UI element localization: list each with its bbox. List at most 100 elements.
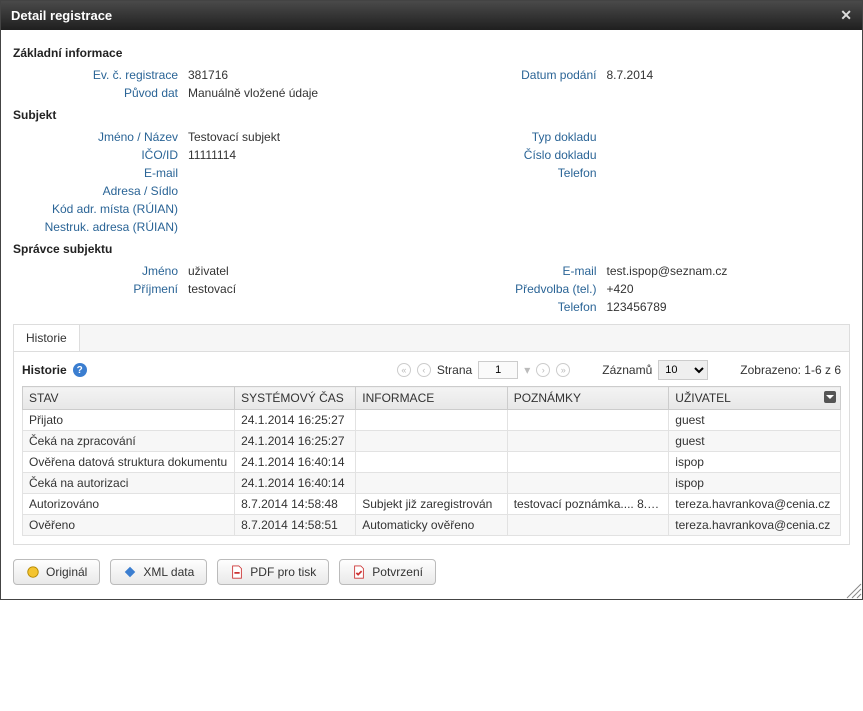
dialog-window: Detail registrace ✕ Základní informace E… (0, 0, 863, 600)
value-ico: 11111114 (188, 148, 236, 162)
resize-handle[interactable] (846, 583, 862, 599)
value-admin-surname: testovací (188, 282, 236, 296)
cell-notes (507, 452, 669, 473)
history-title: Historie (22, 363, 67, 377)
cell-info: Subjekt již zaregistrován (356, 494, 507, 515)
col-info[interactable]: INFORMACE (356, 387, 507, 410)
first-page-icon[interactable]: « (397, 363, 411, 377)
confirm-button[interactable]: Potvrzení (339, 559, 436, 585)
value-name: Testovací subjekt (188, 130, 280, 144)
label-email: E-mail (13, 166, 188, 180)
records-select[interactable]: 10 (658, 360, 708, 380)
table-row[interactable]: Ověřena datová struktura dokumentu24.1.2… (23, 452, 841, 473)
value-admin-phone: 123456789 (607, 300, 667, 314)
label-name: Jméno / Název (13, 130, 188, 144)
cell-user: guest (669, 431, 841, 452)
column-menu-icon[interactable] (824, 391, 836, 403)
cell-state: Čeká na zpracování (23, 431, 235, 452)
col-time[interactable]: SYSTÉMOVÝ ČAS (235, 387, 356, 410)
confirm-icon (352, 565, 366, 579)
label-ruian1: Kód adr. místa (RÚIAN) (13, 202, 188, 216)
table-row[interactable]: Přijato24.1.2014 16:25:27 guest (23, 410, 841, 431)
original-button[interactable]: Originál (13, 559, 100, 585)
page-label: Strana (437, 363, 472, 377)
pdf-button[interactable]: PDF pro tisk (217, 559, 329, 585)
label-evc: Ev. č. registrace (13, 68, 188, 82)
cell-info (356, 452, 507, 473)
label-phone: Telefon (432, 166, 607, 180)
original-icon (26, 565, 40, 579)
value-admin-prefix: +420 (607, 282, 634, 296)
cell-notes (507, 410, 669, 431)
table-row[interactable]: Čeká na autorizaci24.1.2014 16:40:14ispo… (23, 473, 841, 494)
cell-user: ispop (669, 473, 841, 494)
history-table: STAV SYSTÉMOVÝ ČAS INFORMACE POZNÁMKY UŽ… (22, 386, 841, 536)
prev-page-icon[interactable]: ‹ (417, 363, 431, 377)
cell-info (356, 431, 507, 452)
cell-notes (507, 431, 669, 452)
col-notes[interactable]: POZNÁMKY (507, 387, 669, 410)
table-row[interactable]: Čeká na zpracování24.1.2014 16:25:27 gues… (23, 431, 841, 452)
pager: « ‹ Strana ▾ › » Záznamů 10 Zobrazeno: 1… (397, 360, 841, 380)
cell-user: guest (669, 410, 841, 431)
value-admin-email: test.ispop@seznam.cz (607, 264, 728, 278)
shown-range: Zobrazeno: 1-6 z 6 (740, 363, 841, 377)
cell-time: 24.1.2014 16:25:27 (235, 410, 356, 431)
last-page-icon[interactable]: » (556, 363, 570, 377)
label-ico: IČO/ID (13, 148, 188, 162)
cell-state: Autorizováno (23, 494, 235, 515)
col-user[interactable]: UŽIVATEL (669, 387, 841, 410)
table-row[interactable]: Ověřeno8.7.2014 14:58:51Automaticky ověř… (23, 515, 841, 536)
cell-state: Přijato (23, 410, 235, 431)
button-bar: Originál XML data PDF pro tisk Potvrzení (1, 549, 862, 599)
section-subject-heading: Subjekt (13, 108, 850, 122)
xml-icon (123, 565, 137, 579)
label-admin-email: E-mail (432, 264, 607, 278)
records-label: Záznamů (602, 363, 652, 377)
help-icon[interactable]: ? (73, 363, 87, 377)
label-origin: Původ dat (13, 86, 188, 100)
cell-time: 24.1.2014 16:25:27 (235, 431, 356, 452)
cell-info (356, 410, 507, 431)
pdf-icon (230, 565, 244, 579)
cell-time: 24.1.2014 16:40:14 (235, 452, 356, 473)
cell-user: ispop (669, 452, 841, 473)
cell-notes: testovací poznámka.... 8.7.2014 (507, 494, 669, 515)
label-ruian2: Nestruk. adresa (RÚIAN) (13, 220, 188, 234)
col-state[interactable]: STAV (23, 387, 235, 410)
cell-user: tereza.havrankova@cenia.cz (669, 494, 841, 515)
cell-notes (507, 515, 669, 536)
cell-state: Čeká na autorizaci (23, 473, 235, 494)
tab-history[interactable]: Historie (14, 325, 80, 351)
cell-state: Ověřena datová struktura dokumentu (23, 452, 235, 473)
label-docnum: Číslo dokladu (432, 148, 607, 162)
history-scroll[interactable]: STAV SYSTÉMOVÝ ČAS INFORMACE POZNÁMKY UŽ… (22, 386, 841, 536)
page-input[interactable] (478, 361, 518, 379)
cell-time: 8.7.2014 14:58:51 (235, 515, 356, 536)
xml-button[interactable]: XML data (110, 559, 207, 585)
cell-user: tereza.havrankova@cenia.cz (669, 515, 841, 536)
label-admin-prefix: Předvolba (tel.) (432, 282, 607, 296)
label-doctype: Typ dokladu (432, 130, 607, 144)
close-icon[interactable]: ✕ (840, 7, 852, 24)
section-admin-heading: Správce subjektu (13, 242, 850, 256)
label-addr: Adresa / Sídlo (13, 184, 188, 198)
titlebar: Detail registrace ✕ (1, 1, 862, 30)
value-origin: Manuálně vložené údaje (188, 86, 318, 100)
value-admin-name: uživatel (188, 264, 229, 278)
cell-info (356, 473, 507, 494)
window-title: Detail registrace (11, 8, 112, 23)
label-date: Datum podání (432, 68, 607, 82)
value-date: 8.7.2014 (607, 68, 654, 82)
cell-notes (507, 473, 669, 494)
history-panel: Historie ? « ‹ Strana ▾ › » Záznamů 10 Z… (13, 351, 850, 545)
next-page-icon[interactable]: › (536, 363, 550, 377)
cell-info: Automaticky ověřeno (356, 515, 507, 536)
label-admin-surname: Příjmení (13, 282, 188, 296)
value-evc: 381716 (188, 68, 228, 82)
table-row[interactable]: Autorizováno8.7.2014 14:58:48Subjekt již… (23, 494, 841, 515)
cell-state: Ověřeno (23, 515, 235, 536)
label-admin-name: Jméno (13, 264, 188, 278)
tabbar: Historie (13, 324, 850, 351)
label-admin-phone: Telefon (432, 300, 607, 314)
